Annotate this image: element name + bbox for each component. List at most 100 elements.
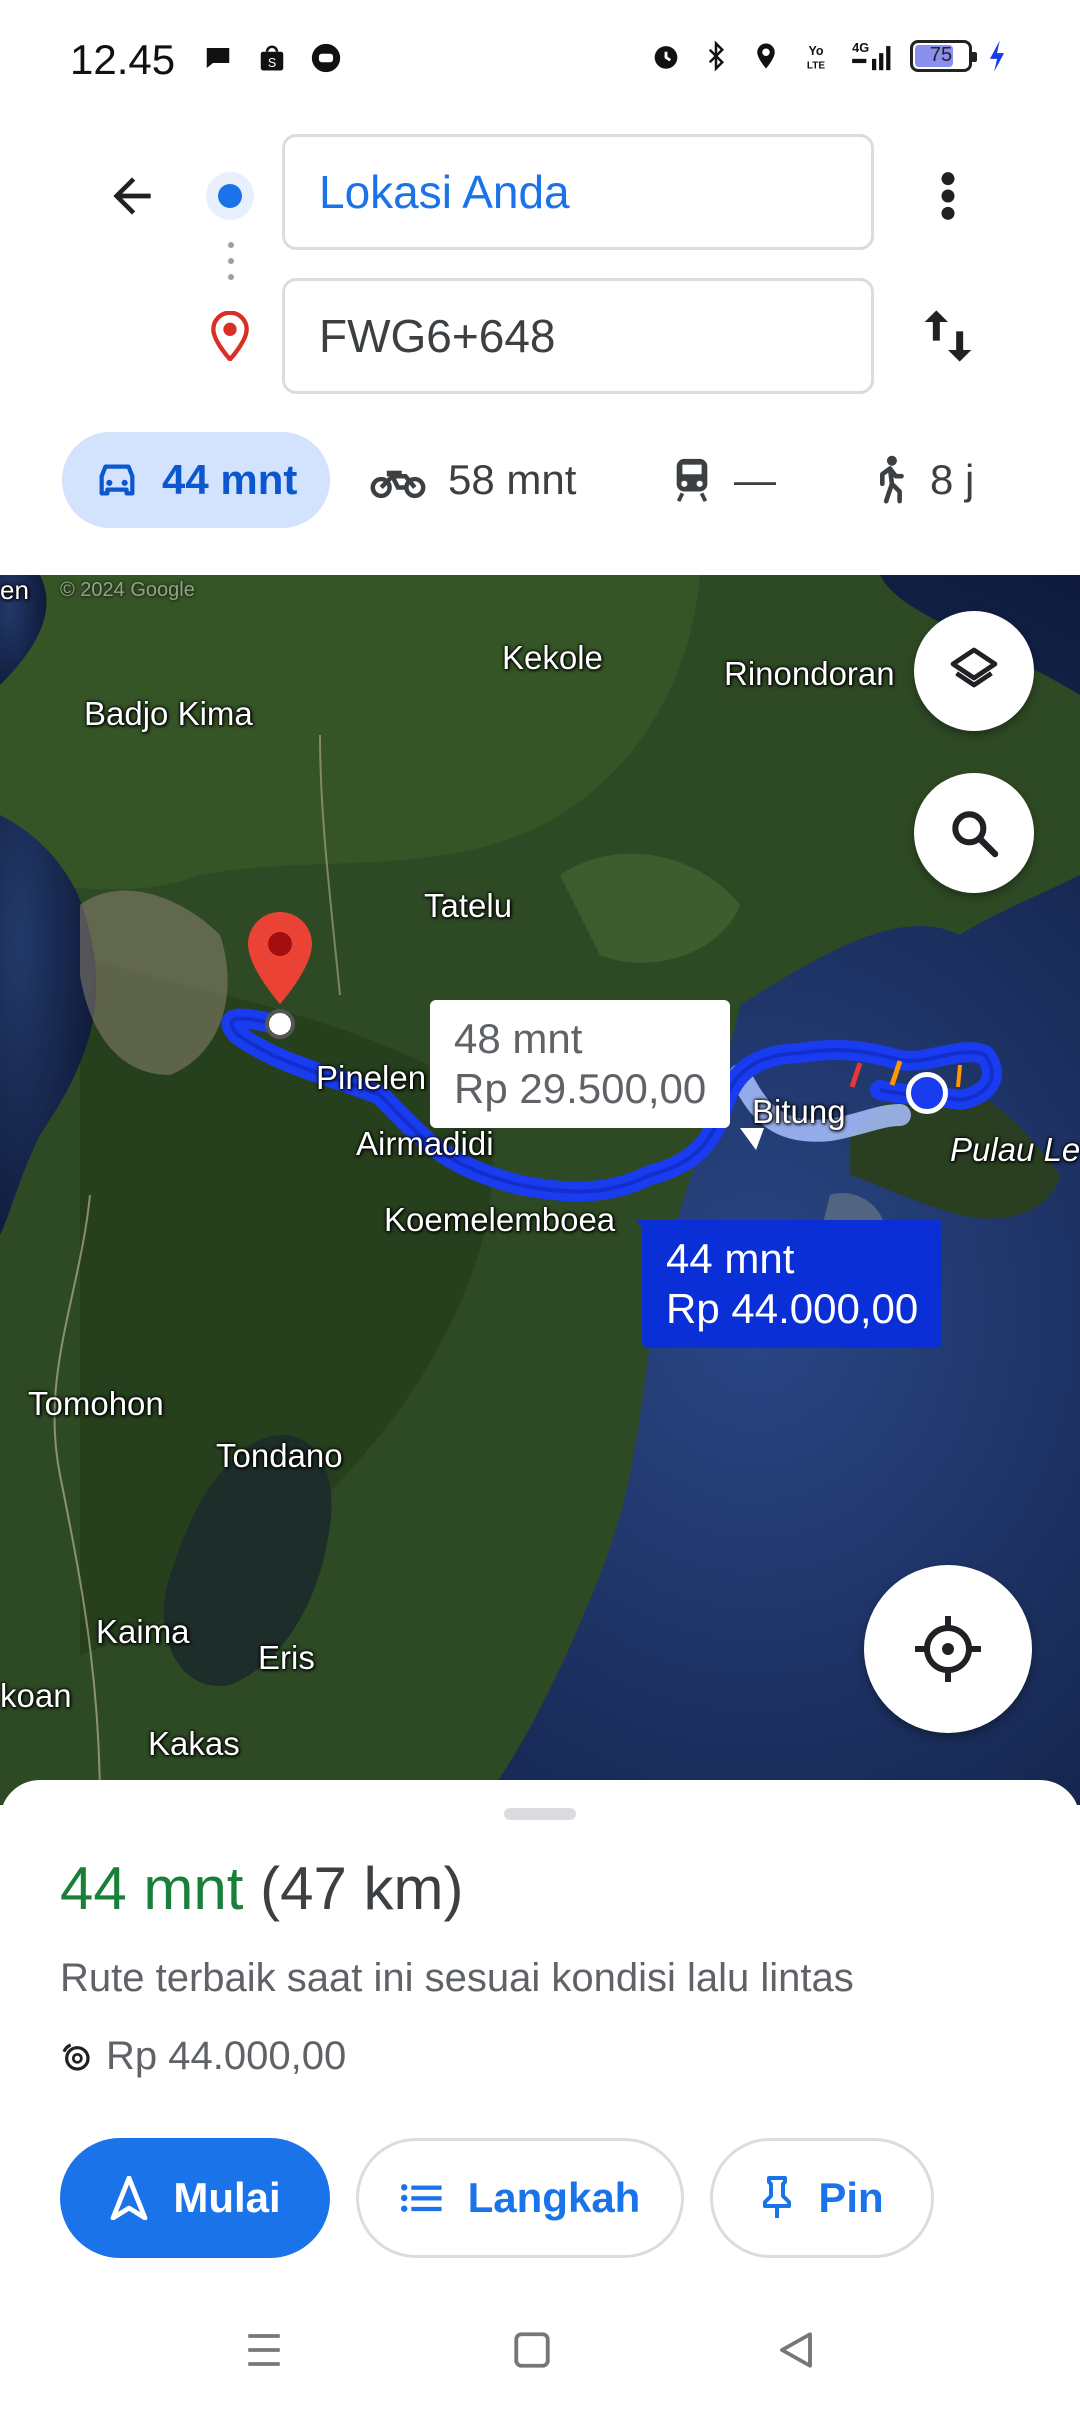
back-button[interactable]	[96, 160, 168, 232]
route-description: Rute terbaik saat ini sesuai kondisi lal…	[60, 1956, 854, 2000]
place-label: Tomohon	[28, 1385, 164, 1422]
location-icon	[748, 38, 784, 74]
signal-4g-icon: 4G	[848, 38, 896, 74]
alt-route-callout-tail	[740, 1128, 764, 1150]
destination-field[interactable]: FWG6+648	[282, 278, 874, 394]
tab-walk[interactable]: 8 j	[872, 432, 974, 528]
place-label: Airmadidi	[356, 1125, 494, 1162]
tab-motorcycle-label: 58 mnt	[448, 456, 577, 503]
train-icon	[672, 457, 712, 503]
destination-point	[265, 1009, 295, 1039]
place-label: Badjo Kima	[84, 695, 253, 732]
map-search-button[interactable]	[914, 773, 1034, 893]
system-icons: Yo LTE 4G 75	[648, 38, 1008, 74]
destination-pin-icon	[206, 308, 254, 364]
place-label: Rinondoran	[724, 655, 895, 692]
place-label: Bitung	[752, 1093, 846, 1130]
alarm-icon	[648, 38, 684, 74]
place-label: Kekole	[502, 639, 603, 676]
steps-button[interactable]: Langkah	[356, 2138, 684, 2258]
origin-dot-icon	[206, 172, 254, 220]
home-square-icon	[514, 2332, 550, 2368]
svg-text:LTE: LTE	[807, 61, 825, 72]
charging-icon	[986, 38, 1008, 74]
best-route-callout[interactable]: 44 mnt Rp 44.000,00	[642, 1220, 943, 1348]
list-icon	[400, 2182, 444, 2214]
status-time: 12.45	[70, 36, 176, 83]
start-button-label: Mulai	[173, 2174, 281, 2221]
place-label: en	[0, 575, 29, 605]
map-watermark: © 2024 Google	[60, 579, 195, 601]
chat-icon	[308, 40, 344, 76]
route-distance: (47 km)	[260, 1855, 464, 1922]
place-label: Eris	[258, 1639, 315, 1676]
destination-marker-icon[interactable]	[244, 910, 316, 1006]
route-dots-icon	[228, 242, 234, 290]
svg-text:Yo: Yo	[808, 44, 823, 58]
menu-icon	[248, 2334, 280, 2366]
swap-button[interactable]	[912, 300, 984, 372]
toll-info: Rp 44.000,00	[60, 2034, 346, 2079]
bluetooth-icon	[698, 38, 734, 74]
battery-level: 75	[929, 44, 953, 66]
layers-icon	[950, 647, 998, 688]
more-vert-icon	[941, 172, 955, 220]
origin-point	[906, 1072, 948, 1114]
best-route-price: Rp 44.000,00	[666, 1285, 919, 1332]
walk-icon	[872, 455, 908, 505]
pin-button[interactable]: Pin	[710, 2138, 934, 2258]
my-location-button[interactable]	[864, 1565, 1032, 1733]
system-nav-bar	[0, 2290, 1080, 2412]
motorcycle-icon	[370, 460, 426, 500]
shop-icon: S	[254, 40, 290, 76]
best-route-duration: 44 mnt	[666, 1235, 795, 1282]
start-button[interactable]: Mulai	[60, 2138, 330, 2258]
battery-indicator: 75	[910, 40, 977, 72]
tab-car[interactable]: 44 mnt	[62, 432, 330, 528]
origin-field[interactable]: Lokasi Anda	[282, 134, 874, 250]
svg-text:S: S	[268, 56, 276, 70]
menu-nav-button[interactable]	[234, 2320, 294, 2380]
status-bar: 12.45 S Yo LTE 4G 75	[0, 0, 1080, 120]
tab-transit-label: —	[734, 456, 776, 503]
message-icon	[200, 40, 236, 76]
toll-icon	[60, 2041, 92, 2073]
map-view[interactable]: en © 2024 Google Kekole Rinondoran Badjo…	[0, 575, 1080, 1805]
alt-route-duration: 48 mnt	[454, 1015, 583, 1062]
alt-route-callout[interactable]: 48 mnt Rp 29.500,00	[430, 1000, 731, 1128]
tab-car-label: 44 mnt	[162, 456, 298, 503]
pin-icon	[760, 2176, 794, 2220]
home-nav-button[interactable]	[502, 2320, 562, 2380]
car-icon	[94, 460, 140, 500]
tab-transit[interactable]: —	[672, 432, 776, 528]
place-label: Koemelemboea	[384, 1201, 616, 1238]
volte-icon: Yo LTE	[798, 38, 834, 74]
notification-icons: S	[200, 40, 344, 76]
place-label: Pulau Le	[950, 1131, 1080, 1168]
navigation-icon	[109, 2176, 149, 2220]
pin-button-label: Pin	[818, 2174, 884, 2221]
svg-text:4G: 4G	[852, 40, 869, 55]
layers-button[interactable]	[914, 611, 1034, 731]
search-icon	[952, 811, 999, 858]
place-label: Tatelu	[424, 887, 513, 924]
place-label: koan	[0, 1677, 72, 1714]
route-duration: 44 mnt	[60, 1855, 244, 1922]
best-route-callout-tail	[636, 1220, 656, 1242]
place-label: Kaima	[96, 1613, 190, 1650]
my-location-icon	[915, 1616, 981, 1682]
place-label: Pinelen	[316, 1059, 427, 1096]
tab-walk-label: 8 j	[930, 456, 975, 503]
steps-button-label: Langkah	[467, 2174, 641, 2221]
more-options-button[interactable]	[920, 160, 976, 232]
route-summary: 44 mnt (47 km)	[60, 1854, 463, 1923]
alt-route-price: Rp 29.500,00	[454, 1065, 707, 1112]
back-triangle-icon	[780, 2332, 812, 2368]
back-nav-button[interactable]	[766, 2320, 826, 2380]
arrow-back-icon	[113, 177, 151, 215]
tab-motorcycle[interactable]: 58 mnt	[370, 432, 576, 528]
place-label: Tondano	[216, 1437, 343, 1474]
sheet-drag-handle[interactable]	[504, 1808, 576, 1820]
place-label: Kakas	[148, 1725, 240, 1762]
swap-vert-icon	[924, 310, 972, 362]
